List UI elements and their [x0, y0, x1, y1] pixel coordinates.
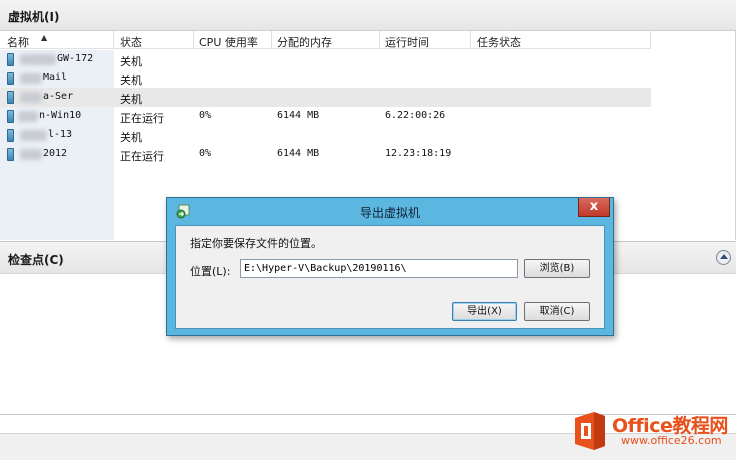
vm-panel-header: 虚拟机(I): [0, 0, 736, 31]
vm-state: 关机: [120, 131, 142, 144]
dialog-body: 指定你要保存文件的位置。 位置(L): E:\Hyper-V\Backup\20…: [175, 225, 605, 329]
sort-ascending-icon: ▲: [41, 33, 48, 42]
redacted-name-mask: [20, 130, 47, 141]
office-logo-icon: [575, 412, 605, 450]
column-divider[interactable]: [379, 31, 380, 49]
vm-name: 2012: [43, 148, 68, 159]
vm-row[interactable]: n-Win10 正在运行 0% 6144 MB 6.22:00:26: [0, 107, 651, 126]
vm-cpu-usage: 0%: [199, 110, 212, 121]
watermark-url: www.office26.com: [621, 434, 722, 447]
column-header-name[interactable]: 名称: [7, 34, 29, 50]
browse-button[interactable]: 浏览(B): [524, 259, 590, 278]
column-header-memory[interactable]: 分配的内存: [277, 34, 332, 50]
virtual-machine-icon: [7, 129, 14, 142]
vm-name: l-13: [48, 129, 73, 140]
vm-row[interactable]: GW-172 关机: [0, 50, 651, 69]
vm-uptime: 6.22:00:26: [385, 110, 446, 121]
column-divider[interactable]: [650, 31, 651, 49]
checkpoint-panel-title: 检查点(C): [8, 253, 64, 267]
column-divider[interactable]: [470, 31, 471, 49]
virtual-machine-icon: [7, 53, 14, 66]
dialog-title: 导出虚拟机: [359, 206, 420, 220]
vm-panel-title: 虚拟机(I): [8, 10, 60, 24]
redacted-name-mask: [20, 54, 56, 65]
virtual-machine-icon: [7, 110, 14, 123]
vm-name: a-Ser: [43, 91, 74, 102]
export-button[interactable]: 导出(X): [452, 302, 517, 321]
column-header-cpu[interactable]: CPU 使用率: [199, 34, 258, 50]
vm-state: 正在运行: [120, 150, 164, 163]
vm-name: n-Win10: [39, 110, 82, 121]
redacted-name-mask: [18, 111, 38, 122]
column-header-task-status[interactable]: 任务状态: [477, 34, 521, 50]
close-button[interactable]: x: [578, 198, 610, 217]
cancel-button[interactable]: 取消(C): [524, 302, 590, 321]
vm-state: 正在运行: [120, 112, 164, 125]
vm-row[interactable]: Mail 关机: [0, 69, 651, 88]
virtual-machine-icon: [7, 148, 14, 161]
redacted-name-mask: [20, 149, 42, 160]
vm-row[interactable]: l-13 关机: [0, 126, 651, 145]
vm-name: Mail: [43, 72, 68, 83]
location-input[interactable]: E:\Hyper-V\Backup\20190116\: [240, 259, 518, 278]
column-divider[interactable]: [113, 31, 114, 49]
column-divider[interactable]: [193, 31, 194, 49]
vm-row[interactable]: 2012 正在运行 0% 6144 MB 12.23:18:19: [0, 145, 651, 164]
column-header-uptime[interactable]: 运行时间: [385, 34, 429, 50]
vm-uptime: 12.23:18:19: [385, 148, 452, 159]
vm-memory: 6144 MB: [277, 148, 320, 159]
export-vm-dialog: 导出虚拟机 x 指定你要保存文件的位置。 位置(L): E:\Hyper-V\B…: [166, 197, 614, 336]
vm-state: 关机: [120, 74, 142, 87]
column-divider[interactable]: [271, 31, 272, 49]
column-header-state[interactable]: 状态: [120, 34, 142, 50]
dialog-titlebar[interactable]: 导出虚拟机 x: [167, 198, 613, 225]
dialog-prompt: 指定你要保存文件的位置。: [190, 237, 322, 250]
vm-state: 关机: [120, 93, 142, 106]
vm-name: GW-172: [57, 53, 94, 64]
vm-memory: 6144 MB: [277, 110, 320, 121]
vm-cpu-usage: 0%: [199, 148, 212, 159]
collapse-icon[interactable]: [716, 250, 731, 265]
vm-row-selected[interactable]: a-Ser 关机: [0, 88, 651, 107]
vm-state: 关机: [120, 55, 142, 68]
virtual-machine-icon: [7, 91, 14, 104]
vm-table-header: 名称 ▲ 状态 CPU 使用率 分配的内存 运行时间 任务状态: [0, 31, 651, 49]
location-label: 位置(L):: [190, 265, 231, 278]
redacted-name-mask: [20, 92, 42, 103]
redacted-name-mask: [20, 73, 42, 84]
virtual-machine-icon: [7, 72, 14, 85]
